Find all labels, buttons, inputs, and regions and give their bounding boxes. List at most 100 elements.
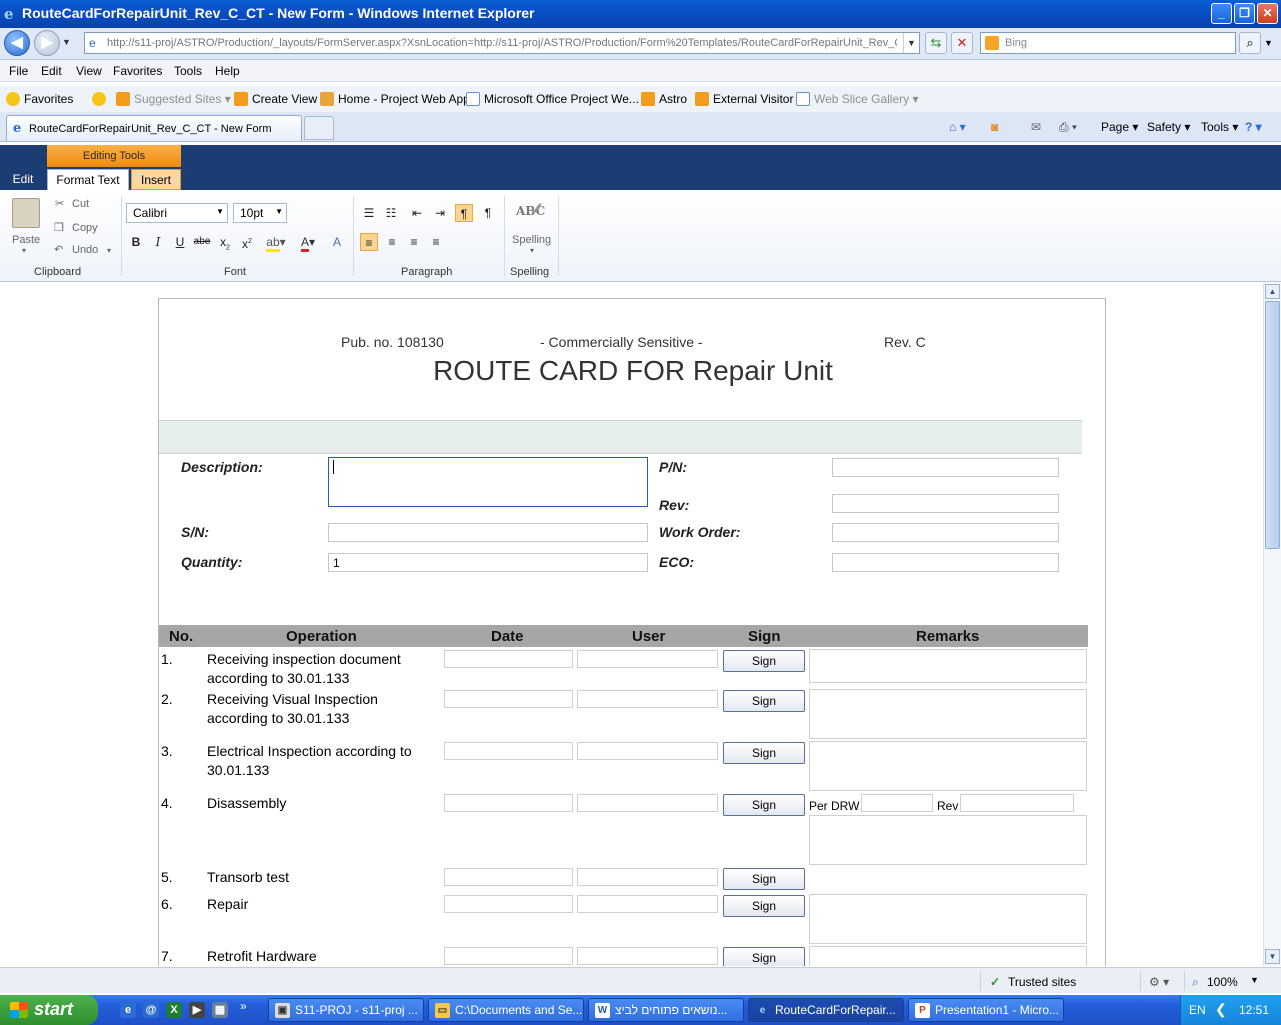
help-icon[interactable]: ? ▾ — [1245, 120, 1262, 134]
highlight-color-icon[interactable]: ab▾ — [262, 233, 290, 252]
scroll-down-icon[interactable]: ▼ — [1265, 949, 1280, 964]
new-tab-button[interactable] — [304, 116, 334, 140]
spelling-icon[interactable]: ABC✓ — [516, 199, 545, 220]
taskbar-item-documents[interactable]: ▭ C:\Documents and Se... — [428, 998, 584, 1022]
ltr-icon[interactable]: ¶ — [455, 204, 473, 222]
justify-icon[interactable]: ≡ — [427, 233, 445, 251]
eco-field[interactable] — [832, 553, 1059, 572]
quicklaunch-ie-icon[interactable]: e — [120, 1002, 136, 1018]
taskbar-item-presentation[interactable]: P Presentation1 - Micro... — [908, 998, 1064, 1022]
remarks-field[interactable] — [809, 815, 1087, 865]
taskbar-item-s11-proj[interactable]: ▣ S11-PROJ - s11-proj ... — [268, 998, 424, 1022]
sign-button[interactable]: Sign — [723, 895, 805, 917]
date-field[interactable] — [444, 868, 573, 886]
vertical-scrollbar[interactable]: ▲ ▼ — [1263, 283, 1281, 966]
quicklaunch-outlook-icon[interactable]: @ — [143, 1002, 159, 1018]
tab-edit[interactable]: Edit — [4, 169, 42, 190]
sign-button[interactable]: Sign — [723, 794, 805, 816]
per-drw-field[interactable] — [861, 794, 933, 812]
recent-pages-icon[interactable]: ▼ — [62, 37, 71, 47]
zoom-dropdown-icon[interactable]: ▼ — [1250, 975, 1259, 985]
sign-button[interactable]: Sign — [723, 868, 805, 890]
search-input[interactable]: Bing — [980, 32, 1236, 54]
language-indicator[interactable]: EN — [1189, 1003, 1206, 1017]
menu-file[interactable]: File — [9, 64, 28, 78]
rtl-icon[interactable]: ¶ — [479, 204, 497, 222]
align-right-icon[interactable]: ≡ — [405, 233, 423, 251]
description-field[interactable] — [328, 457, 648, 507]
menu-favorites[interactable]: Favorites — [113, 64, 162, 78]
remarks-field[interactable] — [809, 946, 1087, 966]
quicklaunch-excel-icon[interactable]: X — [166, 1002, 182, 1018]
date-field[interactable] — [444, 650, 573, 668]
protected-mode-icon[interactable]: ⚙ ▾ — [1149, 975, 1169, 989]
menu-help[interactable]: Help — [215, 64, 240, 78]
fav-external-visitor[interactable]: External Visitor — [695, 92, 793, 106]
compatibility-icon[interactable]: ⇆ — [925, 32, 947, 54]
start-button[interactable]: start — [0, 995, 98, 1025]
tools-menu[interactable]: Tools ▾ — [1201, 120, 1238, 134]
minimize-button[interactable]: _ — [1211, 3, 1232, 24]
home-icon[interactable]: ⌂ ▾ — [949, 120, 966, 134]
bold-icon[interactable]: B — [127, 233, 145, 251]
add-favorites-icon[interactable] — [92, 92, 110, 106]
remarks-field[interactable] — [809, 741, 1087, 791]
sn-field[interactable] — [328, 523, 648, 542]
fav-create-view[interactable]: Create View — [234, 92, 317, 106]
restore-button[interactable]: ❐ — [1234, 3, 1255, 24]
page-menu[interactable]: Page ▾ — [1101, 120, 1138, 134]
tray-expand-icon[interactable]: ❮ — [1215, 1001, 1227, 1018]
date-field[interactable] — [444, 794, 573, 812]
print-icon[interactable]: ⎙ ▾ — [1059, 120, 1077, 135]
tab-route-card[interactable]: e RouteCardForRepairUnit_Rev_C_CT - New … — [6, 115, 302, 141]
bullets-icon[interactable]: ☰ — [360, 204, 378, 222]
date-field[interactable] — [444, 690, 573, 708]
align-center-icon[interactable]: ≡ — [383, 233, 401, 251]
quantity-field[interactable]: 1 — [328, 553, 648, 572]
pn-field[interactable] — [832, 458, 1059, 477]
security-zone[interactable]: Trusted sites — [1008, 975, 1076, 989]
remarks-field[interactable] — [809, 894, 1087, 944]
remarks-field[interactable] — [809, 649, 1087, 683]
work-order-field[interactable] — [832, 523, 1059, 542]
clear-formatting-icon[interactable]: A — [328, 233, 346, 251]
fav-suggested-sites[interactable]: Suggested Sites ▾ — [116, 92, 231, 106]
search-options-icon[interactable]: ▼ — [1264, 38, 1273, 48]
decrease-indent-icon[interactable]: ⇤ — [408, 204, 426, 222]
copy-button[interactable]: Copy — [72, 222, 98, 234]
underline-icon[interactable]: U — [171, 233, 189, 251]
font-size-select[interactable]: 10pt ▼ — [233, 203, 287, 223]
superscript-icon[interactable]: x2 — [238, 233, 256, 251]
fav-home-project-web-app[interactable]: Home - Project Web App — [320, 92, 470, 106]
fav-astro[interactable]: Astro — [641, 92, 687, 106]
spelling-button[interactable]: Spelling — [512, 234, 551, 246]
forward-button[interactable]: ▶ — [34, 30, 60, 56]
sign-button[interactable]: Sign — [723, 947, 805, 966]
font-color-icon[interactable]: A▾ — [294, 233, 322, 252]
user-field[interactable] — [577, 650, 718, 668]
subscript-icon[interactable]: x2 — [216, 233, 234, 251]
increase-indent-icon[interactable]: ⇥ — [431, 204, 449, 222]
sign-button[interactable]: Sign — [723, 690, 805, 712]
user-field[interactable] — [577, 742, 718, 760]
italic-icon[interactable]: I — [149, 233, 167, 251]
scroll-up-icon[interactable]: ▲ — [1265, 284, 1280, 299]
url-dropdown-icon[interactable]: ▼ — [903, 33, 919, 53]
sign-button[interactable]: Sign — [723, 742, 805, 764]
taskbar-item-route-card[interactable]: e RouteCardForRepair... — [748, 998, 904, 1022]
favorites-button[interactable]: Favorites — [6, 92, 73, 106]
date-field[interactable] — [444, 742, 573, 760]
align-left-icon[interactable]: ≡ — [360, 233, 378, 251]
strikethrough-icon[interactable]: abe — [193, 233, 211, 251]
fav-microsoft-office-project[interactable]: Microsoft Office Project We... — [466, 92, 639, 106]
menu-edit[interactable]: Edit — [41, 64, 62, 78]
quicklaunch-calc-icon[interactable]: ▦ — [212, 1002, 228, 1018]
user-field[interactable] — [577, 868, 718, 886]
tab-insert[interactable]: Insert — [131, 169, 181, 190]
feeds-icon[interactable]: ◙ — [991, 120, 998, 134]
date-field[interactable] — [444, 947, 573, 965]
mail-icon[interactable]: ✉ — [1031, 120, 1041, 134]
menu-tools[interactable]: Tools — [174, 64, 202, 78]
quicklaunch-media-icon[interactable]: ▶ — [189, 1002, 205, 1018]
drw-rev-field[interactable] — [960, 794, 1074, 812]
